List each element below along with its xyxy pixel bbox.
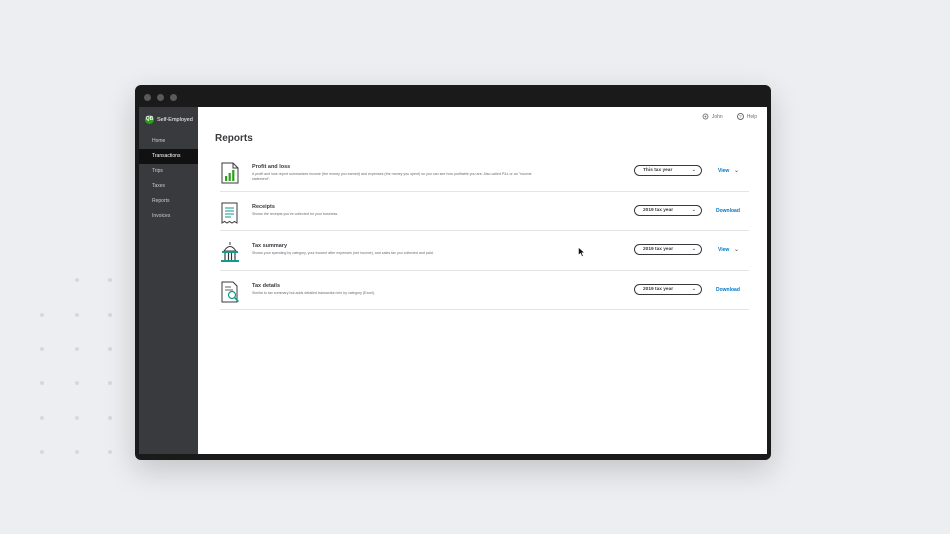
page-title: Reports [215,133,253,144]
brand-logo-icon: QB [145,115,154,124]
report-title[interactable]: Tax details [252,283,280,289]
help-icon: ? [736,113,744,120]
window-titlebar [135,85,771,107]
sidebar: QB Self-Employed Home Transactions Trips… [139,107,198,454]
sidebar-item-invoices[interactable]: Invoices [139,209,198,224]
select-value: 2019 tax year [643,247,674,252]
expand-chevron-icon[interactable]: ⌄ [734,246,739,253]
brand-name: Self-Employed [157,116,193,123]
select-value: 2019 tax year [643,207,674,213]
help-button[interactable]: ? Help [736,113,757,120]
document-search-icon [221,281,240,302]
sidebar-item-home[interactable]: Home [139,134,198,149]
report-description: Shows your spending by category, your in… [252,251,434,255]
app-window: QB Self-Employed Home Transactions Trips… [135,85,771,460]
tax-year-select[interactable]: This tax year ⌄ [634,165,702,176]
report-description: Shows the receipts you've collected for … [252,211,339,216]
chevron-down-icon: ⌄ [691,206,696,213]
window-close-dot[interactable] [144,94,151,101]
user-name: John [711,113,723,120]
main-content: John ? Help Reports Profit and loss A pr… [198,107,767,454]
view-button[interactable]: View [718,247,729,253]
app-screen: QB Self-Employed Home Transactions Trips… [139,107,767,454]
mouse-cursor-icon [578,247,586,257]
chevron-down-icon: ⌄ [691,246,696,252]
chevron-down-icon: ⌄ [691,167,696,173]
receipt-icon [221,202,238,224]
sidebar-item-trips[interactable]: Trips [139,164,198,179]
profit-loss-chart-icon [221,162,239,184]
select-value: 2019 tax year [643,286,674,292]
report-title[interactable]: Tax summary [252,243,287,249]
tax-year-select[interactable]: 2019 tax year ⌄ [634,204,702,216]
report-description: Similar to tax summary but adds detailed… [252,290,376,295]
reports-list: Profit and loss A profit and loss report… [220,152,749,310]
sidebar-item-transactions[interactable]: Transactions [139,149,198,164]
chevron-down-icon: ⌄ [691,285,696,292]
sidebar-nav: Home Transactions Trips Taxes Reports In… [139,134,198,224]
view-button[interactable]: View [718,168,729,174]
topbar: John ? Help [702,113,757,120]
sidebar-item-reports[interactable]: Reports [139,194,198,209]
expand-chevron-icon[interactable]: ⌄ [734,167,739,174]
report-row-tax-summary: Tax summary Shows your spending by categ… [220,231,749,271]
sidebar-item-taxes[interactable]: Taxes [139,179,198,194]
report-title[interactable]: Receipts [252,204,275,210]
download-button[interactable]: Download [716,287,740,293]
report-description: A profit and loss report summarizes inco… [252,172,532,181]
report-title[interactable]: Profit and loss [252,164,290,170]
brand[interactable]: QB Self-Employed [145,115,193,124]
report-row-receipts: Receipts Shows the receipts you've colle… [220,192,749,231]
gear-icon [702,113,709,120]
download-button[interactable]: Download [716,208,740,214]
window-maximize-dot[interactable] [170,94,177,101]
report-row-tax-details: Tax details Similar to tax summary but a… [220,271,749,310]
window-minimize-dot[interactable] [157,94,164,101]
background-dot-grid [30,270,130,470]
select-value: This tax year [643,168,673,173]
user-menu[interactable]: John [702,113,723,120]
help-label: Help [746,113,757,120]
tax-year-select[interactable]: 2019 tax year ⌄ [634,244,702,255]
tax-year-select[interactable]: 2019 tax year ⌄ [634,283,702,295]
report-row-profit-and-loss: Profit and loss A profit and loss report… [220,152,749,192]
government-building-icon [221,242,239,262]
